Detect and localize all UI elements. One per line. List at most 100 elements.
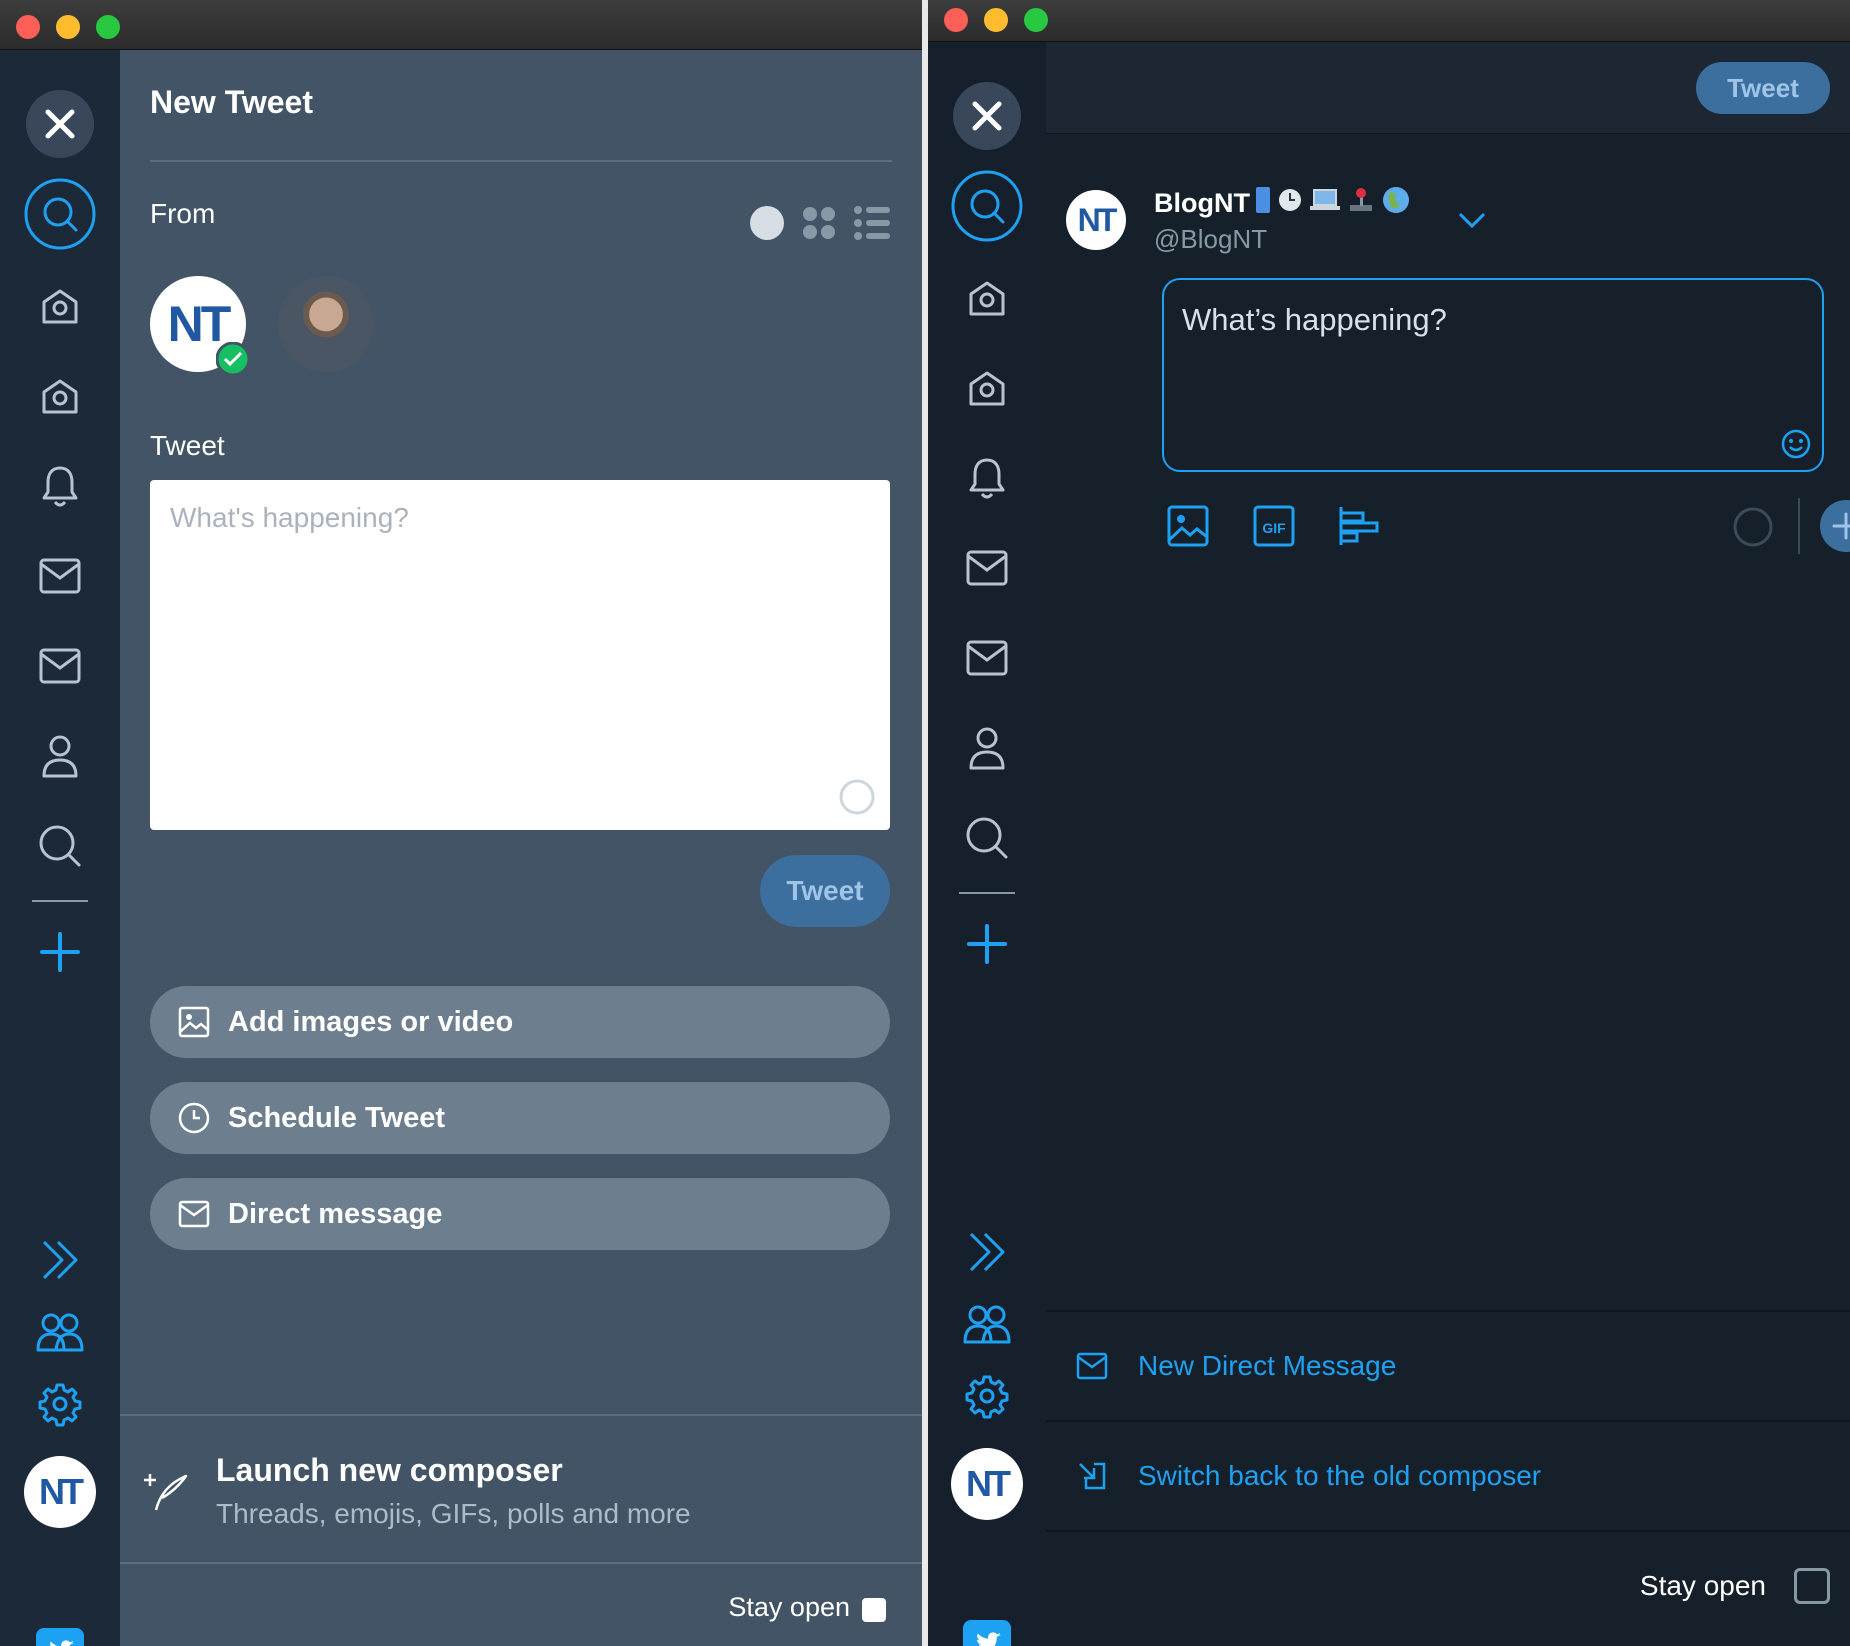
messages-button-2[interactable] bbox=[0, 630, 120, 702]
character-count-ring-icon bbox=[839, 779, 875, 815]
title-bar bbox=[0, 0, 922, 50]
zoom-window-button[interactable] bbox=[96, 15, 120, 39]
laptop-emoji-icon bbox=[1310, 189, 1340, 210]
account-avatar-button[interactable]: NT bbox=[928, 1448, 1046, 1520]
mail-icon bbox=[966, 640, 1008, 676]
plus-icon bbox=[40, 932, 80, 972]
accounts-button[interactable] bbox=[928, 1288, 1046, 1360]
home-column-button[interactable] bbox=[0, 270, 120, 342]
single-view-button[interactable] bbox=[750, 206, 784, 240]
direct-message-button[interactable]: Direct message bbox=[150, 1178, 890, 1250]
phone-emoji-icon bbox=[1256, 187, 1270, 213]
notifications-button[interactable] bbox=[0, 450, 120, 522]
add-thread-button[interactable] bbox=[1820, 500, 1850, 552]
messages-button[interactable] bbox=[0, 540, 120, 612]
from-label: From bbox=[150, 198, 216, 229]
schedule-tweet-label: Schedule Tweet bbox=[228, 1101, 446, 1134]
messages-button[interactable] bbox=[928, 532, 1046, 604]
home-icon bbox=[42, 289, 78, 324]
gear-icon bbox=[965, 1375, 1009, 1419]
avatar: NT bbox=[951, 1448, 1023, 1520]
notifications-button[interactable] bbox=[928, 442, 1046, 514]
add-images-button[interactable]: Add images or video bbox=[150, 986, 890, 1058]
expand-button[interactable] bbox=[0, 1224, 120, 1296]
poll-icon[interactable] bbox=[1338, 504, 1382, 548]
search-icon bbox=[39, 825, 81, 867]
account-avatar: NT bbox=[1066, 190, 1126, 250]
minimize-window-button[interactable] bbox=[984, 8, 1008, 32]
close-composer-button[interactable] bbox=[0, 88, 120, 160]
accounts-button[interactable] bbox=[0, 1296, 120, 1368]
clock-icon bbox=[178, 1102, 210, 1134]
switch-back-button[interactable]: Switch back to the old composer bbox=[1046, 1422, 1850, 1530]
composer-header: Tweet bbox=[1046, 42, 1850, 134]
users-icon bbox=[36, 1313, 84, 1352]
home-icon bbox=[969, 371, 1005, 406]
twitter-bird-icon bbox=[963, 1620, 1011, 1646]
account-avatar-person[interactable] bbox=[278, 276, 374, 372]
tweet-placeholder: What's happening? bbox=[170, 502, 409, 533]
zoom-window-button[interactable] bbox=[1024, 8, 1048, 32]
home-column-button[interactable] bbox=[928, 262, 1046, 334]
close-window-button[interactable] bbox=[16, 15, 40, 39]
toolbar-divider bbox=[1798, 498, 1800, 554]
gif-icon[interactable]: GIF bbox=[1252, 504, 1296, 548]
add-images-label: Add images or video bbox=[228, 1005, 514, 1038]
image-icon[interactable] bbox=[1166, 504, 1210, 548]
close-window-button[interactable] bbox=[944, 8, 968, 32]
new-direct-message-label: New Direct Message bbox=[1138, 1350, 1397, 1381]
emoji-icon[interactable] bbox=[1780, 428, 1812, 460]
search-column-button[interactable] bbox=[0, 810, 120, 882]
title-bar bbox=[928, 0, 1850, 42]
tweet-button[interactable]: Tweet bbox=[1696, 62, 1830, 114]
settings-button[interactable] bbox=[928, 1360, 1046, 1432]
schedule-tweet-button[interactable]: Schedule Tweet bbox=[150, 1082, 890, 1154]
composer-panel: New Tweet From NT Tweet What's happening… bbox=[120, 50, 922, 1646]
account-avatar-button[interactable]: NT bbox=[0, 1456, 120, 1528]
settings-button[interactable] bbox=[0, 1368, 120, 1440]
plus-icon bbox=[967, 924, 1007, 964]
grid-view-icon[interactable] bbox=[802, 206, 836, 240]
messages-button-2[interactable] bbox=[928, 622, 1046, 694]
search-icon bbox=[966, 817, 1008, 859]
stay-open-label: Stay open bbox=[1639, 1570, 1766, 1601]
profile-button[interactable] bbox=[0, 720, 120, 792]
home-icon bbox=[42, 379, 78, 414]
profile-button[interactable] bbox=[928, 712, 1046, 784]
home-column-button-2[interactable] bbox=[0, 360, 120, 432]
switch-back-label: Switch back to the old composer bbox=[1138, 1460, 1542, 1491]
launch-title: Launch new composer bbox=[216, 1452, 563, 1488]
search-icon bbox=[951, 170, 1023, 242]
tweet-textarea[interactable]: What's happening? bbox=[150, 480, 890, 830]
sidebar: NT bbox=[928, 42, 1046, 1646]
add-column-button[interactable] bbox=[928, 908, 1046, 980]
bell-icon bbox=[42, 466, 78, 507]
stay-open-checkbox[interactable] bbox=[1794, 1568, 1830, 1604]
launch-new-composer-button[interactable]: Launch new composer Threads, emojis, GIF… bbox=[120, 1416, 922, 1562]
compose-textarea[interactable]: What’s happening? bbox=[1162, 278, 1824, 472]
account-emoji-row bbox=[1256, 186, 1410, 214]
search-column-button[interactable] bbox=[928, 802, 1046, 874]
compose-placeholder: What’s happening? bbox=[1182, 302, 1447, 337]
twitter-logo bbox=[928, 1608, 1046, 1646]
search-button[interactable] bbox=[928, 170, 1046, 242]
avatar: NT bbox=[24, 1456, 96, 1528]
left-window: NT New Tweet From NT Tweet What's happen… bbox=[0, 0, 922, 1646]
chevron-down-icon[interactable] bbox=[1458, 212, 1486, 230]
add-column-button[interactable] bbox=[0, 916, 120, 988]
expand-button[interactable] bbox=[928, 1216, 1046, 1288]
sidebar-divider bbox=[959, 892, 1015, 894]
account-handle: @BlogNT bbox=[1154, 224, 1268, 254]
minimize-window-button[interactable] bbox=[56, 15, 80, 39]
home-column-button-2[interactable] bbox=[928, 352, 1046, 424]
user-icon bbox=[969, 727, 1005, 770]
gear-icon bbox=[38, 1383, 82, 1427]
new-direct-message-button[interactable]: New Direct Message bbox=[1046, 1312, 1850, 1420]
plus-icon bbox=[1832, 512, 1850, 540]
tweet-button[interactable]: Tweet bbox=[760, 855, 890, 927]
mail-icon bbox=[1076, 1352, 1108, 1380]
list-view-icon[interactable] bbox=[854, 206, 890, 240]
stay-open-checkbox[interactable] bbox=[862, 1598, 886, 1622]
close-composer-button[interactable] bbox=[928, 80, 1046, 152]
search-button[interactable] bbox=[0, 178, 120, 250]
